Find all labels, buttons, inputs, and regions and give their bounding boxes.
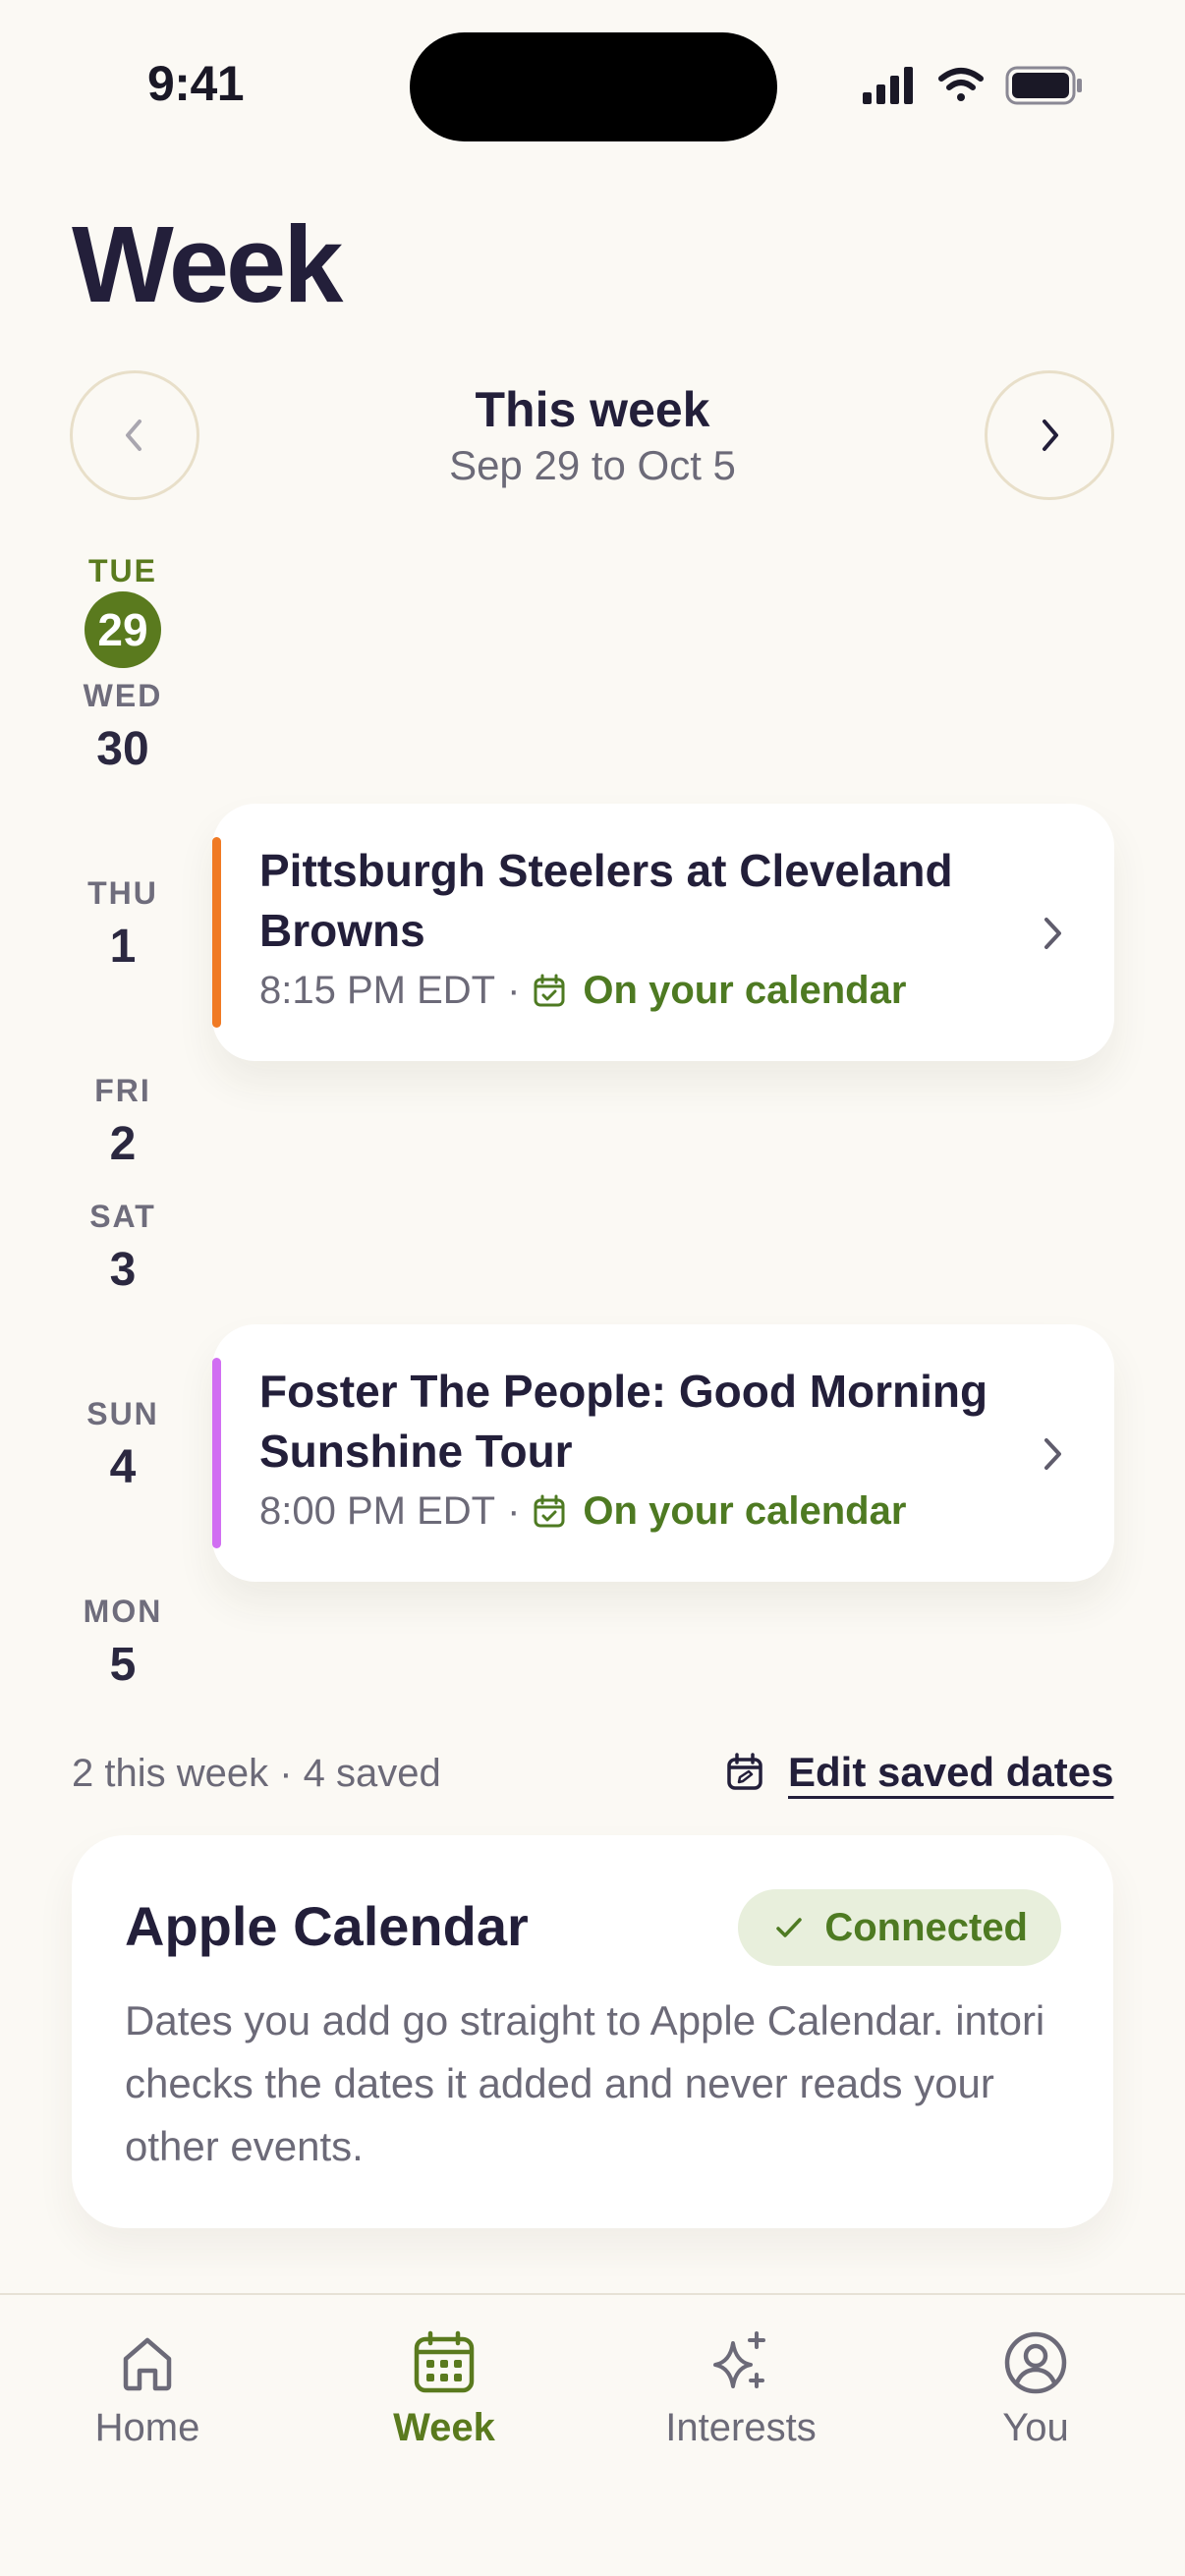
saved-summary: 2 this week · 4 saved [72,1752,441,1795]
event-title: Pittsburgh Steelers at Cleveland Browns [259,845,953,956]
calendar-status: On your calendar [583,969,907,1012]
day-mon: MON 5 [59,1594,187,1692]
sparkles-icon [713,2331,765,2388]
day-number: 2 [109,1118,137,1170]
status-bar: 9:41 [0,0,1185,167]
signal-icon [863,67,913,104]
status-time: 9:41 [147,56,245,111]
event-time: 8:00 PM EDT [259,1489,496,1533]
event-accent-bar [212,1358,221,1548]
day-name: SAT [89,1199,156,1234]
chevron-right-icon [1044,1438,1061,1470]
day-name: FRI [94,1073,151,1108]
user-circle-icon [1004,2331,1067,2394]
event-meta: 8:00 PM EDT · On your calendar [259,1489,906,1534]
today-badge: 29 [85,591,161,668]
status-icons [863,66,1082,105]
day-tue: TUE 29 [59,553,187,668]
day-number: 5 [109,1639,137,1691]
day-number: 30 [96,723,149,775]
wifi-icon [938,68,984,101]
event-card[interactable]: Foster The People: Good Morning Sunshine… [212,1324,1114,1582]
dynamic-island [410,32,777,141]
day-fri: FRI 2 [59,1073,187,1171]
day-number: 1 [109,921,137,973]
connected-badge: Connected [738,1889,1061,1966]
event-time: 8:15 PM EDT [259,969,496,1012]
chevron-right-icon [1043,420,1058,451]
next-week-button[interactable] [985,370,1114,500]
day-number: 3 [109,1244,137,1296]
check-icon [776,1918,803,1937]
battery-icon [1005,66,1082,105]
tab-label: Week [393,2406,495,2449]
calendar-check-icon [534,1494,565,1527]
tab-label: You [1002,2406,1069,2449]
calendar-card-description: Dates you add go straight to Apple Calen… [125,1997,1045,2169]
tab-label: Home [94,2406,200,2449]
tab-home[interactable]: Home [29,2329,265,2450]
event-card[interactable]: Pittsburgh Steelers at Cleveland Browns … [212,804,1114,1061]
calendar-card-title: Apple Calendar [125,1895,529,1957]
connected-label: Connected [824,1905,1028,1949]
tab-label: Interests [665,2406,817,2449]
calendar-edit-icon [727,1753,762,1790]
event-accent-bar [212,837,221,1028]
event-title: Foster The People: Good Morning Sunshine… [259,1366,988,1477]
tab-week[interactable]: Week [326,2329,562,2450]
calendar-icon [414,2330,475,2393]
chevron-right-icon [1044,918,1061,949]
tab-bar: Home Week Interests You [0,2293,1185,2576]
edit-saved-dates-label: Edit saved dates [788,1749,1114,1795]
calendar-connection-card: Apple Calendar Connected Dates you add g… [72,1835,1113,2228]
day-name: THU [87,875,158,911]
separator-dot: · [507,969,521,1012]
day-thu: THU 1 [59,875,187,974]
event-meta: 8:15 PM EDT · On your calendar [259,969,906,1013]
day-sun: SUN 4 [59,1396,187,1494]
calendar-status: On your calendar [583,1489,907,1533]
home-icon [123,2337,172,2391]
day-sat: SAT 3 [59,1199,187,1297]
day-wed: WED 30 [59,678,187,776]
calendar-check-icon [534,974,565,1006]
day-name: SUN [86,1396,159,1431]
edit-saved-dates-link[interactable]: Edit saved dates [725,1749,1113,1796]
day-name: MON [83,1594,163,1629]
day-name: TUE [88,553,157,588]
separator-dot: · [507,1489,521,1533]
day-number: 4 [109,1441,137,1493]
tab-you[interactable]: You [918,2329,1154,2450]
page-title: Week [72,204,343,325]
tab-interests[interactable]: Interests [623,2329,859,2450]
day-name: WED [83,678,163,713]
